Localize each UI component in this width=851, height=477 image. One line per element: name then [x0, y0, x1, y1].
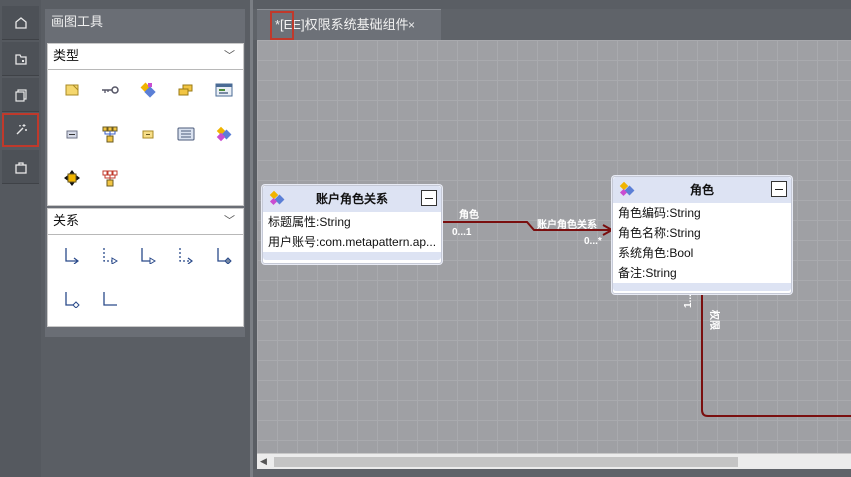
entity-tool[interactable] [136, 78, 160, 102]
key-tool[interactable] [98, 78, 122, 102]
rail-home-button[interactable] [2, 6, 39, 40]
chevron-down-icon: ﹀ [224, 50, 235, 62]
multi-entity-tool-icon [178, 84, 193, 96]
form-tool[interactable] [212, 78, 236, 102]
connector-multiplicity-source: 0...1 [452, 227, 472, 238]
entity-title: 角色 [689, 183, 714, 197]
editor-bottom-edge [253, 469, 851, 477]
enum-tool[interactable] [136, 122, 160, 146]
multi-entity-tool[interactable] [174, 78, 198, 102]
note-tool-icon [65, 84, 79, 96]
types-section-label: 类型 [53, 48, 80, 63]
editor-tab-bar: *[EE]权限系统基础组件 × [253, 9, 851, 40]
scrollbar-thumb[interactable] [274, 457, 738, 467]
horizontal-scrollbar[interactable]: ◀ [257, 453, 851, 469]
tree-tool[interactable] [98, 122, 122, 146]
folder-icon [14, 53, 27, 65]
move-tool-icon [64, 170, 80, 186]
chevron-down-icon: ﹀ [224, 215, 235, 227]
move-tool[interactable] [60, 166, 84, 190]
relations-section-header[interactable]: 关系 ﹀ [48, 209, 243, 235]
entity-header[interactable]: 账户角色关系 [263, 186, 441, 212]
enum-tool-icon [142, 130, 154, 139]
tab-close-button[interactable]: × [408, 10, 415, 40]
entity-footer [613, 283, 791, 291]
relation-hollow-diamond-tool[interactable] [60, 287, 84, 311]
entity-attribute[interactable]: 角色编码:String [613, 203, 791, 223]
list-tool-icon [177, 127, 195, 141]
rail-copy-button[interactable] [2, 78, 39, 112]
entity-attribute[interactable]: 用户账号:com.metapattern.ap... [263, 232, 441, 252]
types-section: 类型 ﹀ [47, 43, 244, 206]
entity-tool-icon [140, 82, 156, 98]
entity-header[interactable]: 角色 [613, 177, 791, 203]
entity-footer [263, 252, 441, 260]
tab-permission-components[interactable]: *[EE]权限系统基础组件 × [257, 9, 441, 40]
relation-corner-icon [103, 292, 117, 306]
drawing-tools-panel: 画图工具 类型 ﹀ 关系 ﹀ [45, 9, 245, 337]
collapse-button[interactable] [421, 190, 437, 206]
rail-package-button[interactable] [2, 150, 39, 184]
connector-label-permission: 权限 [708, 310, 719, 330]
relations-section-label: 关系 [53, 213, 80, 228]
diamond-entity-tool[interactable] [212, 122, 236, 146]
tree-tool-icon [102, 126, 118, 143]
entity-attribute[interactable]: 备注:String [613, 263, 791, 283]
entity-account-role[interactable]: 账户角色关系 标题属性:String 用户账号:com.metapattern.… [262, 185, 442, 264]
types-section-header[interactable]: 类型 ﹀ [48, 44, 243, 70]
field-tool-icon [66, 130, 78, 139]
relations-section: 关系 ﹀ [47, 208, 244, 327]
relation-triangle-tool[interactable] [136, 243, 160, 267]
rail-folder-button[interactable] [2, 42, 39, 76]
form-tool-icon [215, 83, 233, 97]
relation-dashed-triangle-icon [103, 248, 118, 264]
copy-icon [14, 88, 27, 102]
relation-dashed-arrow-tool[interactable] [174, 243, 198, 267]
relation-triangle-icon [141, 248, 156, 264]
app-window: 画图工具 类型 ﹀ 关系 ﹀ *[EE]权限系统基础组件 × 角色 0...1 … [0, 0, 851, 477]
relation-dashed-arrow-icon [179, 248, 193, 264]
tree-alt-tool[interactable] [98, 166, 122, 190]
relation-hollow-diamond-icon [65, 292, 80, 308]
diamond-entity-tool-icon [216, 126, 232, 142]
entity-attribute[interactable]: 系统角色:Bool [613, 243, 791, 263]
entity-title: 账户角色关系 [315, 192, 388, 206]
relation-corner-tool[interactable] [98, 287, 122, 311]
rail-draw-tools-button[interactable] [2, 113, 39, 147]
collapse-button[interactable] [771, 181, 787, 197]
connector-label-role: 角色 [459, 210, 479, 221]
panel-splitter[interactable] [250, 0, 253, 477]
entity-attribute[interactable]: 角色名称:String [613, 223, 791, 243]
key-tool-icon [102, 86, 119, 94]
relation-solid-arrow-tool[interactable] [60, 243, 84, 267]
home-icon [14, 16, 27, 29]
relation-diamond-icon [217, 248, 232, 264]
bag-icon [14, 161, 27, 174]
note-tool[interactable] [60, 78, 84, 102]
connector-label-association: 账户角色关系 [537, 220, 597, 231]
magic-icon [16, 124, 27, 135]
relation-diamond-tool[interactable] [212, 243, 236, 267]
entity-attribute[interactable]: 标题属性:String [263, 212, 441, 232]
scroll-left-icon[interactable]: ◀ [260, 456, 267, 467]
entity-role[interactable]: 角色 角色编码:String 角色名称:String 系统角色:Bool 备注:… [612, 176, 792, 294]
tab-label: *[EE]权限系统基础组件 [275, 17, 409, 32]
list-tool[interactable] [174, 122, 198, 146]
field-tool[interactable] [60, 122, 84, 146]
connector-role-permission[interactable] [701, 294, 851, 417]
relation-solid-arrow-icon [65, 248, 79, 264]
diagram-canvas[interactable]: 角色 0...1 账户角色关系 0...* 1...* 权限 账户角色关系 标题… [257, 40, 851, 453]
relation-dashed-triangle-tool[interactable] [98, 243, 122, 267]
tree-alt-tool-icon [102, 170, 118, 187]
activity-rail [0, 0, 41, 477]
connector-multiplicity-target: 0...* [584, 236, 602, 247]
tab-highlight-marker [270, 11, 294, 40]
panel-title: 画图工具 [51, 14, 104, 29]
